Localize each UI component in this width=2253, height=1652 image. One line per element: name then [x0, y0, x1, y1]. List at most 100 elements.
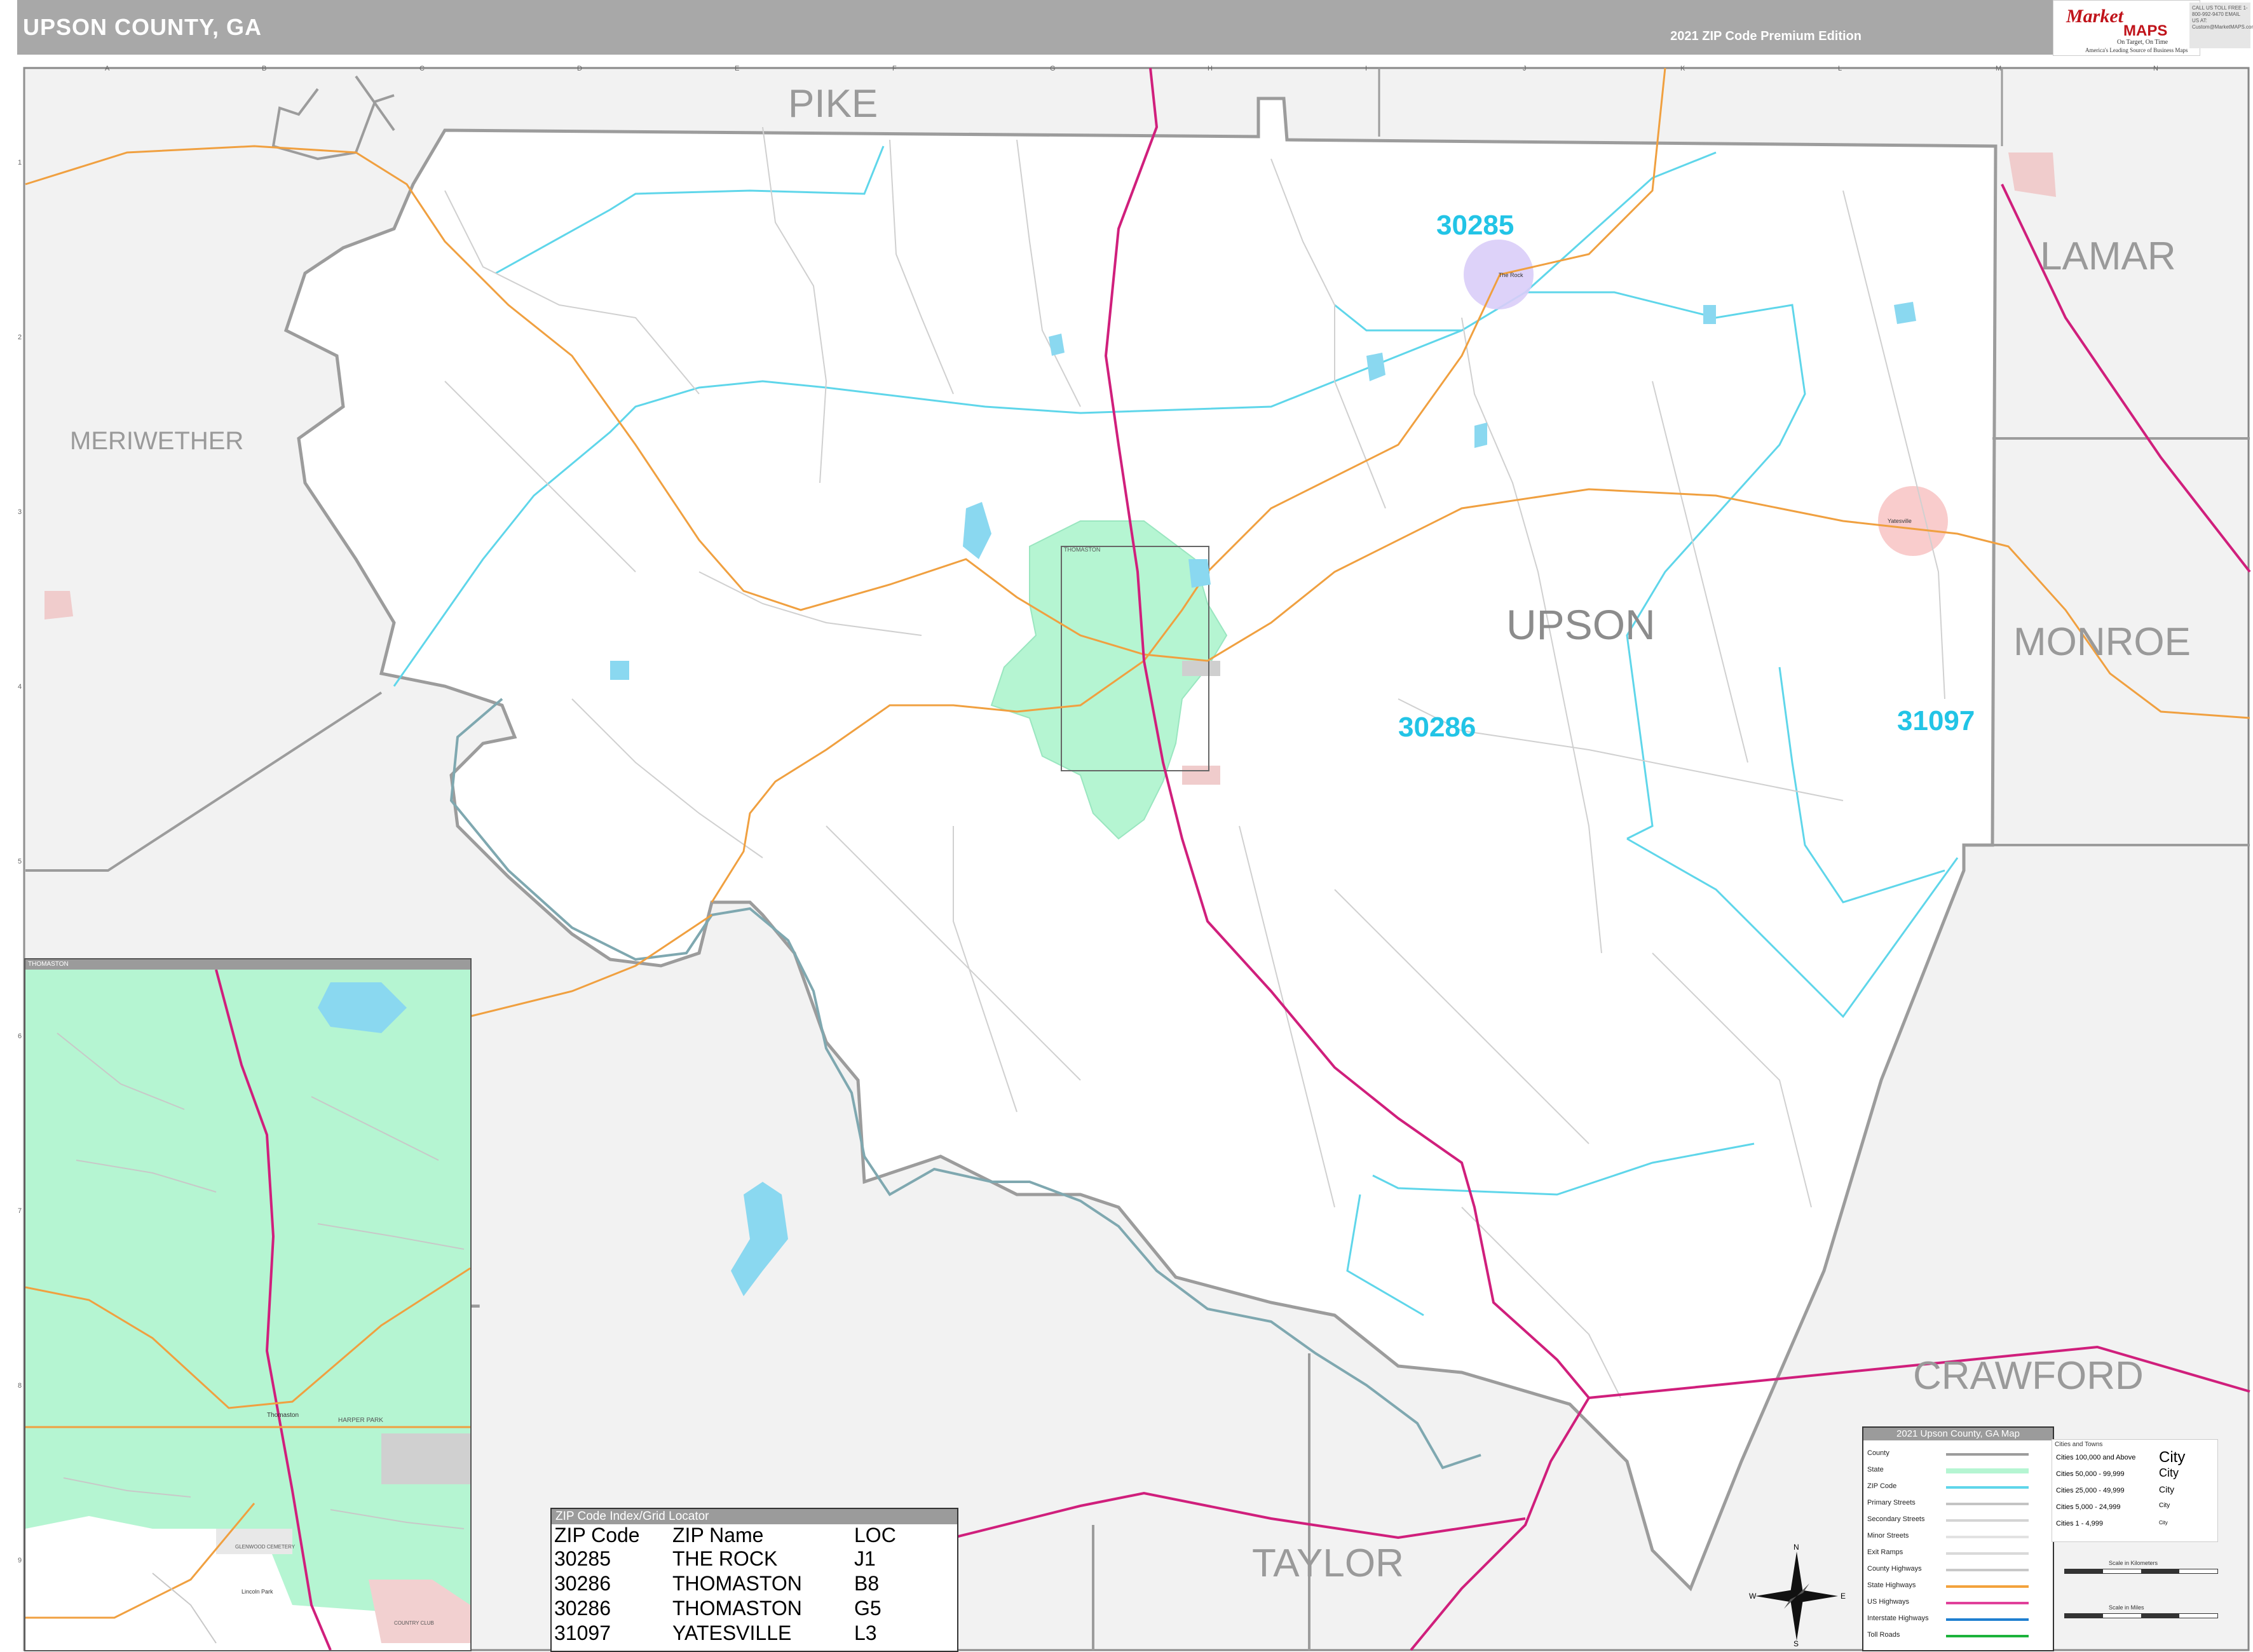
compass-s: S: [1794, 1639, 1799, 1648]
table-row: 30285 THE ROCK J1: [554, 1546, 900, 1571]
zip-label-30286: 30286: [1398, 712, 1476, 743]
zip-code-cell: 31097: [554, 1621, 611, 1644]
county-label-meriwether: MERIWETHER: [70, 427, 244, 455]
grid-row-9: 9: [18, 1557, 22, 1564]
scale-mi-label: Scale in Miles: [2109, 1604, 2144, 1611]
grid-row-4: 4: [18, 683, 22, 691]
inset-thomaston-label: Thomaston: [267, 1412, 299, 1419]
county-label-lamar: LAMAR: [2040, 234, 2176, 278]
scale-km-label: Scale in Kilometers: [2109, 1560, 2158, 1566]
city-size-sample: City: [2159, 1484, 2175, 1494]
zip-name-cell: THOMASTON: [672, 1571, 802, 1595]
inset-cemetery-label: GLENWOOD CEMETERY: [235, 1544, 296, 1550]
zip-index-header-row: ZIP Code ZIP Name LOC: [554, 1524, 900, 1546]
inset-lincoln-park-label: Lincoln Park: [242, 1588, 273, 1595]
county-label-upson: UPSON: [1506, 601, 1656, 648]
legend-item-label: Exit Ramps: [1867, 1548, 1903, 1556]
legend-item-label: Primary Streets: [1867, 1499, 1916, 1506]
inset-country-club-label: COUNTRY CLUB: [394, 1620, 434, 1626]
zip-label-30285: 30285: [1436, 210, 1514, 241]
grid-col-i: I: [1365, 65, 1368, 72]
legend-swatch: [1946, 1453, 2029, 1456]
grid-row-6: 6: [18, 1032, 22, 1040]
grid-col-h: H: [1208, 65, 1213, 72]
grid-col-b: B: [262, 65, 267, 72]
legend-item-label: Interstate Highways: [1867, 1615, 1929, 1622]
legend-swatch: [1946, 1536, 2029, 1538]
legend-item-label: County: [1867, 1449, 1889, 1457]
grid-row-2: 2: [18, 334, 22, 341]
table-row: 30286 THOMASTON B8: [554, 1571, 900, 1595]
legend-swatch: [1946, 1635, 2029, 1637]
legend-swatch: [1946, 1503, 2029, 1505]
zip-index-table: ZIP Code Index/Grid Locator ZIP Code ZIP…: [550, 1508, 958, 1652]
map-legend: 2021 Upson County, GA Map County State Z…: [1862, 1426, 2054, 1651]
table-row: 31097 YATESVILLE L3: [554, 1620, 900, 1645]
grid-col-l: L: [1838, 65, 1842, 72]
grid-col-m: M: [1996, 65, 2002, 72]
zip-index-col-name: ZIP Name: [672, 1524, 764, 1547]
grid-row-5: 5: [18, 858, 22, 865]
zip-label-31097: 31097: [1897, 705, 1975, 736]
legend-swatch: [1946, 1585, 2029, 1588]
zip-index-col-loc: LOC: [854, 1524, 896, 1547]
legend-item-label: State Highways: [1867, 1581, 1916, 1589]
city-size-sample: City: [2159, 1520, 2168, 1526]
zip-loc-cell: G5: [854, 1596, 881, 1620]
grid-row-1: 1: [18, 159, 22, 166]
grid-col-k: K: [1680, 65, 1685, 72]
legend-item-label: Minor Streets: [1867, 1532, 1909, 1540]
legend-swatch: [1946, 1552, 2029, 1555]
city-size-label: Cities 25,000 - 49,999: [2056, 1487, 2125, 1494]
place-label-the-rock: The Rock: [1499, 272, 1523, 278]
place-label-yatesville: Yatesville: [1888, 518, 1912, 524]
city-size-label: Cities 5,000 - 24,999: [2056, 1503, 2121, 1511]
scale-bars: Scale in Kilometers Scale in Miles: [2058, 1560, 2236, 1630]
grid-col-d: D: [577, 65, 582, 72]
legend-item-label: State: [1867, 1466, 1884, 1473]
zip-index-col-zip: ZIP Code: [554, 1524, 640, 1547]
city-size-sample: City: [2159, 1466, 2179, 1479]
compass-n: N: [1794, 1543, 1799, 1552]
grid-col-n: N: [2153, 65, 2158, 72]
grid-row-8: 8: [18, 1382, 22, 1390]
scale-mi-bar: [2064, 1613, 2218, 1618]
grid-col-c: C: [419, 65, 425, 72]
zip-loc-cell: B8: [854, 1571, 880, 1595]
table-row: 30286 THOMASTON G5: [554, 1595, 900, 1620]
county-label-monroe: MONROE: [2013, 620, 2191, 664]
city-size-sample: City: [2159, 1502, 2170, 1509]
compass-w: W: [1749, 1592, 1757, 1601]
city-size-sample: City: [2159, 1449, 2186, 1466]
legend-swatch: [1946, 1519, 2029, 1522]
grid-row-7: 7: [18, 1207, 22, 1215]
legend-swatch: [1946, 1468, 2029, 1473]
city-size-label: Cities 1 - 4,999: [2056, 1520, 2103, 1527]
thomaston-inset-map: THOMASTON HARPER PARK Thomaston GLENWOOD…: [24, 958, 472, 1651]
city-size-label: Cities 50,000 - 99,999: [2056, 1470, 2125, 1478]
inset-title: THOMASTON: [25, 959, 470, 970]
zip-index-title: ZIP Code Index/Grid Locator: [552, 1509, 957, 1524]
zip-code-cell: 30285: [554, 1547, 611, 1570]
grid-row-3: 3: [18, 508, 22, 516]
scale-km-bar: [2064, 1569, 2218, 1574]
legend-item-label: US Highways: [1867, 1598, 1910, 1606]
legend-swatch: [1946, 1569, 2029, 1571]
grid-col-j: J: [1523, 65, 1527, 72]
legend-title: 2021 Upson County, GA Map: [1863, 1428, 2053, 1440]
legend-item-label: Secondary Streets: [1867, 1515, 1925, 1523]
zip-index-grid: ZIP Code ZIP Name LOC 30285 THE ROCK J1 …: [554, 1524, 900, 1645]
inset-park-label: HARPER PARK: [338, 1417, 383, 1424]
zip-code-cell: 30286: [554, 1596, 611, 1620]
legend-swatch: [1946, 1618, 2029, 1621]
legend-item-label: Toll Roads: [1867, 1631, 1900, 1639]
zip-code-cell: 30286: [554, 1571, 611, 1595]
grid-col-e: E: [735, 65, 740, 72]
compass-rose-icon: [1755, 1552, 1838, 1641]
compass-e: E: [1841, 1592, 1846, 1601]
legend-swatch: [1946, 1602, 2029, 1604]
grid-col-f: F: [892, 65, 897, 72]
grid-col-g: G: [1050, 65, 1056, 72]
legend-cities-header: Cities and Towns: [2055, 1441, 2103, 1448]
place-label-thomaston-locator: THOMASTON: [1064, 546, 1101, 553]
